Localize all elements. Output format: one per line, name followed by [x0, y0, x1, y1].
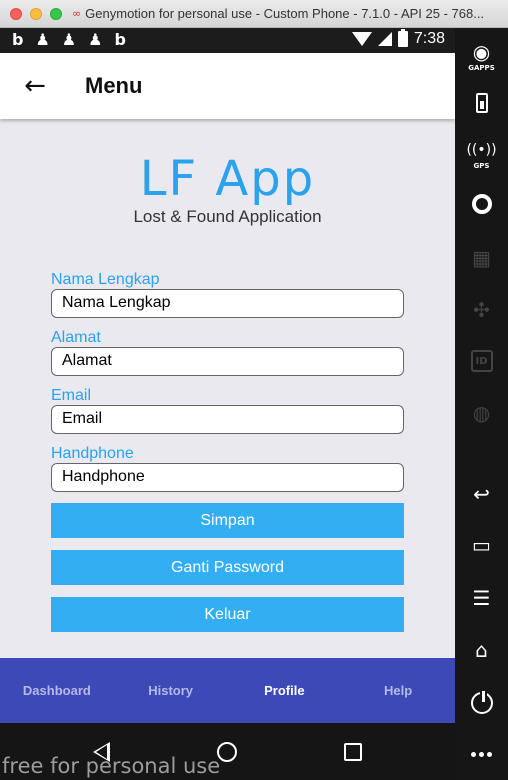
- minimize-window-button[interactable]: [30, 7, 42, 20]
- genymotion-logo-icon: ∞: [72, 7, 82, 20]
- emulator-recents-button[interactable]: ▭: [455, 525, 508, 565]
- logout-button[interactable]: Keluar: [51, 597, 404, 632]
- clapperboard-icon: ▦: [472, 246, 491, 270]
- gapps-icon: ◉: [472, 39, 491, 64]
- emulator-power-button[interactable]: [455, 683, 508, 723]
- window-titlebar: ∞ Genymotion for personal use - Custom P…: [0, 0, 508, 28]
- close-window-button[interactable]: [10, 7, 22, 20]
- emulator-toolbar: ◉ GAPPS ((•)) GPS ▦ ✣ ID ◍ ↩ ▭ ☰ ⌂: [455, 28, 508, 780]
- app-subtitle: Lost & Found Application: [133, 207, 322, 226]
- gps-button[interactable]: ((•)) GPS: [455, 134, 508, 174]
- recent-apps-icon: ▭: [472, 533, 491, 557]
- notification-b-icon: b: [12, 30, 24, 49]
- more-dots-icon: [471, 751, 492, 757]
- emulator-window: ∞ Genymotion for personal use - Custom P…: [0, 0, 508, 780]
- gapps-label: GAPPS: [468, 63, 495, 72]
- android-status-bar: b ♟ ♟ ♟ b 7:38: [0, 28, 455, 53]
- phone-screen: b ♟ ♟ ♟ b 7:38 ← Menu LF App Lost & Foun…: [0, 28, 455, 780]
- profile-form: Nama Lengkap Nama Lengkap Alamat Alamat …: [51, 271, 404, 644]
- webcam-button[interactable]: [455, 184, 508, 224]
- battery-icon: [397, 29, 408, 47]
- emulator-home-button[interactable]: ⌂: [455, 630, 508, 670]
- id-icon: ID: [470, 350, 493, 372]
- nav-dashboard[interactable]: Dashboard: [0, 683, 114, 698]
- wifi-icon: [351, 32, 372, 46]
- status-time: 7:38: [413, 30, 445, 47]
- bottom-navigation: Dashboard History Profile Help: [0, 658, 455, 723]
- power-icon: [470, 689, 493, 714]
- email-label: Email: [51, 387, 92, 404]
- watermark-text: free for personal use: [2, 754, 221, 778]
- nav-profile[interactable]: Profile: [228, 683, 342, 698]
- address-input[interactable]: Alamat: [51, 347, 404, 376]
- screencast-button[interactable]: ▦: [455, 238, 508, 278]
- gapps-button[interactable]: ◉ GAPPS: [455, 36, 508, 76]
- emulator-back-button[interactable]: ↩: [455, 474, 508, 514]
- window-title: Genymotion for personal use - Custom Pho…: [85, 6, 485, 21]
- full-name-input[interactable]: Nama Lengkap: [51, 289, 404, 318]
- nav-help[interactable]: Help: [341, 683, 455, 698]
- page-title: Menu: [85, 73, 143, 98]
- media-button[interactable]: ◍: [455, 393, 508, 433]
- zoom-window-button[interactable]: [50, 7, 62, 20]
- battery-widget-icon: [475, 93, 488, 113]
- notification-usb-icon: ♟: [35, 30, 50, 49]
- identifiers-button[interactable]: ID: [455, 341, 508, 381]
- notification-usb-icon: ♟: [88, 30, 103, 49]
- email-input[interactable]: Email: [51, 405, 404, 434]
- phone-label: Handphone: [51, 445, 134, 462]
- signal-icon: [377, 32, 392, 46]
- gps-signal-icon: ((•)): [466, 141, 497, 158]
- address-label: Alamat: [51, 329, 101, 346]
- full-name-label: Nama Lengkap: [51, 271, 160, 288]
- dpad-button[interactable]: ✣: [455, 290, 508, 330]
- app-bar: ← Menu: [0, 53, 455, 119]
- battery-button[interactable]: [455, 83, 508, 123]
- emulator-more-button[interactable]: [455, 734, 508, 774]
- menu-icon: ☰: [472, 586, 491, 610]
- system-recents-icon[interactable]: [343, 742, 362, 761]
- nav-history[interactable]: History: [114, 683, 228, 698]
- app-logo: LF App: [139, 151, 316, 207]
- save-button[interactable]: Simpan: [51, 503, 404, 538]
- back-arrow-icon[interactable]: ←: [0, 53, 70, 119]
- phone-input[interactable]: Handphone: [51, 463, 404, 492]
- back-icon: ↩: [473, 482, 490, 506]
- gps-label: GPS: [473, 161, 490, 170]
- notification-b-icon: b: [114, 30, 126, 49]
- dpad-icon: ✣: [473, 298, 490, 322]
- notification-usb-icon: ♟: [61, 30, 77, 49]
- disk-icon: ◍: [472, 401, 491, 425]
- emulator-menu-button[interactable]: ☰: [455, 578, 508, 618]
- webcam-icon: [471, 194, 492, 214]
- change-password-button[interactable]: Ganti Password: [51, 550, 404, 585]
- profile-content: LF App Lost & Found Application Nama Len…: [0, 121, 455, 659]
- home-icon: ⌂: [475, 638, 488, 662]
